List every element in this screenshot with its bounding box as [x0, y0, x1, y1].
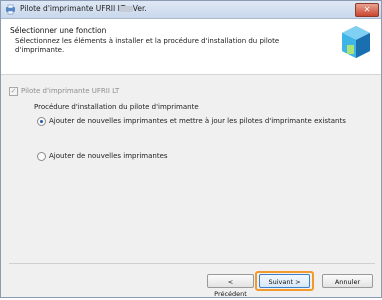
page-description: Sélectionnez les éléments à installer et…	[15, 37, 280, 54]
close-button[interactable]: ✕	[355, 3, 379, 17]
title-bar[interactable]: Pilote d'imprimante UFRII LT - Ver. ✕	[1, 1, 381, 19]
driver-checkbox-label: Pilote d'imprimante UFRII LT	[21, 87, 120, 95]
installer-dialog: Pilote d'imprimante UFRII LT - Ver. ✕ Sé…	[0, 0, 382, 298]
cancel-button[interactable]: Annuler	[322, 274, 373, 288]
radio-add-only[interactable]	[37, 152, 46, 161]
radio-add-only-label[interactable]: Ajouter de nouvelles imprimantes	[49, 152, 168, 160]
driver-checkbox[interactable]: ✓	[9, 87, 18, 96]
back-button[interactable]: < Précédent	[207, 274, 254, 298]
printer-app-icon	[6, 4, 15, 15]
version-redacted	[119, 6, 133, 12]
header-panel: Sélectionner une fonction Sélectionnez l…	[1, 19, 381, 75]
radio-add-and-update[interactable]	[37, 117, 46, 126]
installer-icon	[342, 26, 370, 58]
radio-add-and-update-label[interactable]: Ajouter de nouvelles imprimantes et mett…	[49, 117, 346, 125]
footer-divider	[9, 263, 375, 264]
page-title: Sélectionner une fonction	[10, 26, 107, 35]
next-button-highlight	[255, 271, 314, 291]
procedure-title: Procédure d'installation du pilote d'imp…	[34, 103, 199, 111]
